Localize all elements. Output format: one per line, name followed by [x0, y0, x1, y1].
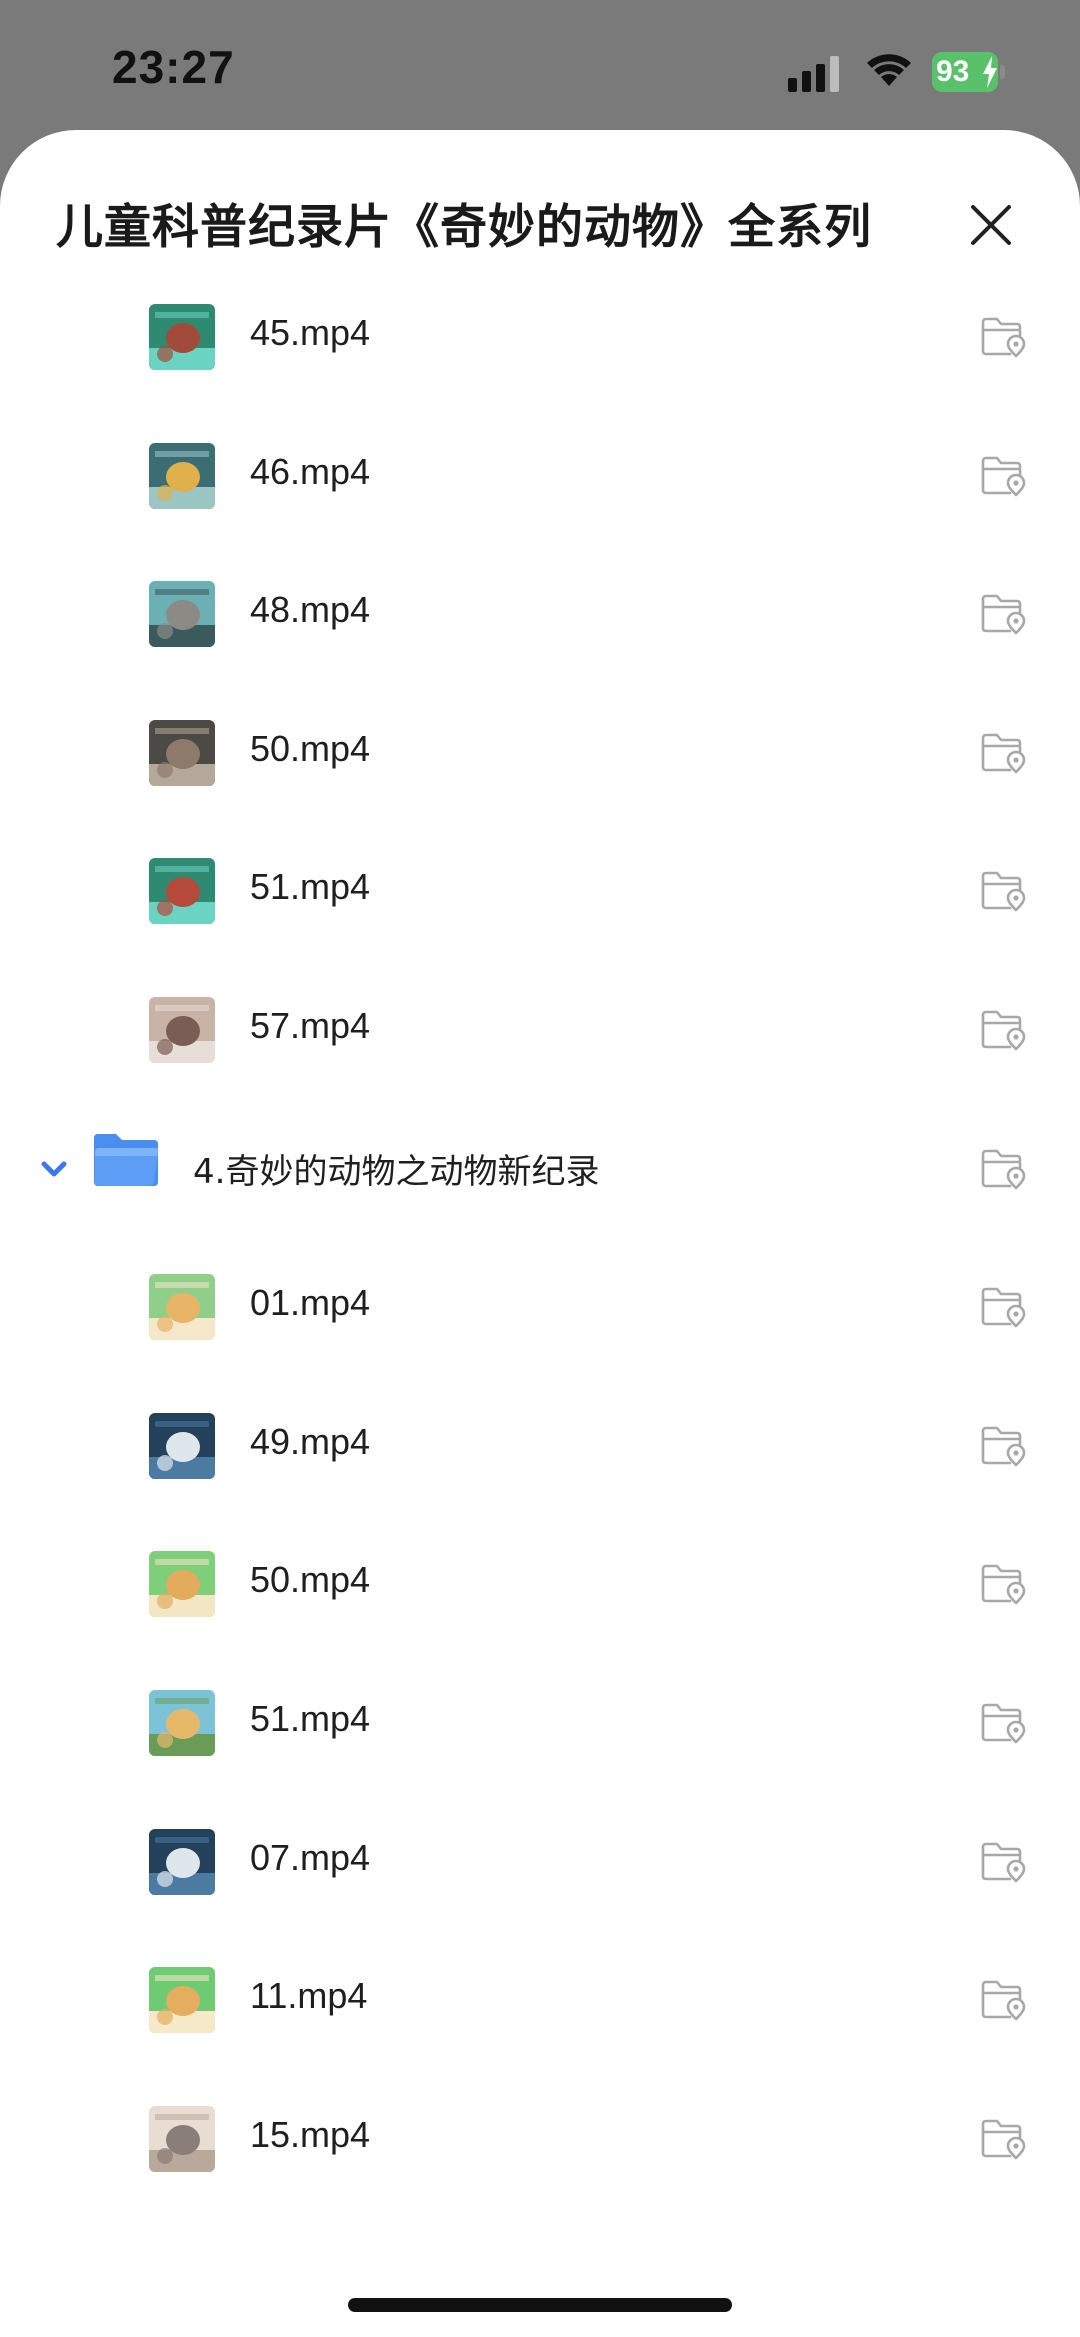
file-name: 50.mp4	[250, 1559, 371, 1601]
file-row[interactable]: 48.mp4	[0, 545, 1080, 684]
wifi-icon	[867, 54, 911, 86]
folder-location-icon[interactable]	[980, 1702, 1026, 1744]
sheet-title: 儿童科普纪录片《奇妙的动物》全系列	[56, 200, 872, 255]
folder-location-icon[interactable]	[980, 1563, 1026, 1605]
video-thumbnail	[149, 1551, 215, 1618]
file-name: 46.mp4	[250, 450, 371, 492]
folder-location-icon[interactable]	[980, 1841, 1026, 1883]
folder-location-icon[interactable]	[980, 1009, 1026, 1051]
status-time: 23:27	[112, 41, 235, 93]
file-row[interactable]: 51.mp4	[0, 822, 1080, 961]
file-name: 57.mp4	[250, 1004, 371, 1046]
charging-bolt-icon	[983, 56, 997, 88]
file-row[interactable]: 15.mp4	[0, 2070, 1080, 2209]
battery-indicator: 93	[932, 52, 1006, 92]
folder-row[interactable]: 4.奇妙的动物之动物新纪录	[0, 1100, 1080, 1239]
home-indicator[interactable]	[348, 2298, 732, 2312]
video-thumbnail	[149, 1689, 215, 1756]
folder-location-icon[interactable]	[980, 1148, 1026, 1190]
file-name: 15.mp4	[250, 2113, 371, 2155]
video-thumbnail	[149, 442, 215, 509]
video-thumbnail	[149, 1274, 215, 1341]
close-icon	[971, 205, 1011, 245]
video-thumbnail	[149, 1412, 215, 1479]
file-name: 01.mp4	[250, 1282, 371, 1324]
folder-icon	[94, 1133, 159, 1186]
file-row[interactable]: 50.mp4	[0, 1515, 1080, 1654]
video-thumbnail	[149, 2105, 215, 2172]
file-row[interactable]: 07.mp4	[0, 1793, 1080, 1932]
file-row[interactable]: 11.mp4	[0, 1931, 1080, 2070]
file-row[interactable]: 51.mp4	[0, 1654, 1080, 1793]
cellular-signal-icon	[788, 56, 839, 92]
video-thumbnail	[149, 1967, 215, 2034]
folder-location-icon[interactable]	[980, 1979, 1026, 2021]
file-name: 49.mp4	[250, 1420, 371, 1462]
close-button[interactable]	[956, 190, 1026, 260]
file-list-sheet: 儿童科普纪录片《奇妙的动物》全系列 45.mp4 46.mp4 48.mp4 50.m…	[0, 130, 1080, 2337]
folder-location-icon[interactable]	[980, 593, 1026, 635]
video-thumbnail	[149, 581, 215, 648]
folder-location-icon[interactable]	[980, 1286, 1026, 1328]
sheet-header: 儿童科普纪录片《奇妙的动物》全系列	[0, 130, 1080, 280]
file-row[interactable]: 50.mp4	[0, 684, 1080, 823]
video-thumbnail	[149, 858, 215, 925]
video-thumbnail	[149, 996, 215, 1063]
video-thumbnail	[149, 719, 215, 786]
battery-cap	[1000, 65, 1005, 79]
file-name: 48.mp4	[250, 589, 371, 631]
file-name: 07.mp4	[250, 1836, 371, 1878]
file-name: 51.mp4	[250, 866, 371, 908]
file-name: 11.mp4	[250, 1975, 368, 2017]
chevron-down-icon[interactable]	[36, 1154, 72, 1184]
video-thumbnail	[149, 304, 215, 370]
file-list: 45.mp4 46.mp4 48.mp4 50.mp4 51.mp4 57.mp4 4.奇妙…	[0, 268, 1080, 2208]
file-row[interactable]: 49.mp4	[0, 1377, 1080, 1516]
file-row[interactable]: 01.mp4	[0, 1238, 1080, 1377]
folder-location-icon[interactable]	[980, 1425, 1026, 1467]
video-thumbnail	[149, 1828, 215, 1895]
folder-name: 4.奇妙的动物之动物新纪录	[193, 1151, 600, 1192]
file-name: 50.mp4	[250, 727, 371, 769]
status-bar: 23:27 93	[0, 0, 1080, 130]
folder-location-icon[interactable]	[980, 870, 1026, 912]
folder-location-icon[interactable]	[980, 732, 1026, 774]
file-name: 45.mp4	[250, 312, 371, 353]
folder-location-icon[interactable]	[980, 2118, 1026, 2160]
file-row[interactable]: 45.mp4	[0, 268, 1080, 407]
file-row[interactable]: 57.mp4	[0, 961, 1080, 1100]
file-name: 51.mp4	[250, 1697, 371, 1739]
folder-location-icon[interactable]	[980, 455, 1026, 497]
file-row[interactable]: 46.mp4	[0, 407, 1080, 546]
folder-location-icon[interactable]	[980, 316, 1026, 358]
